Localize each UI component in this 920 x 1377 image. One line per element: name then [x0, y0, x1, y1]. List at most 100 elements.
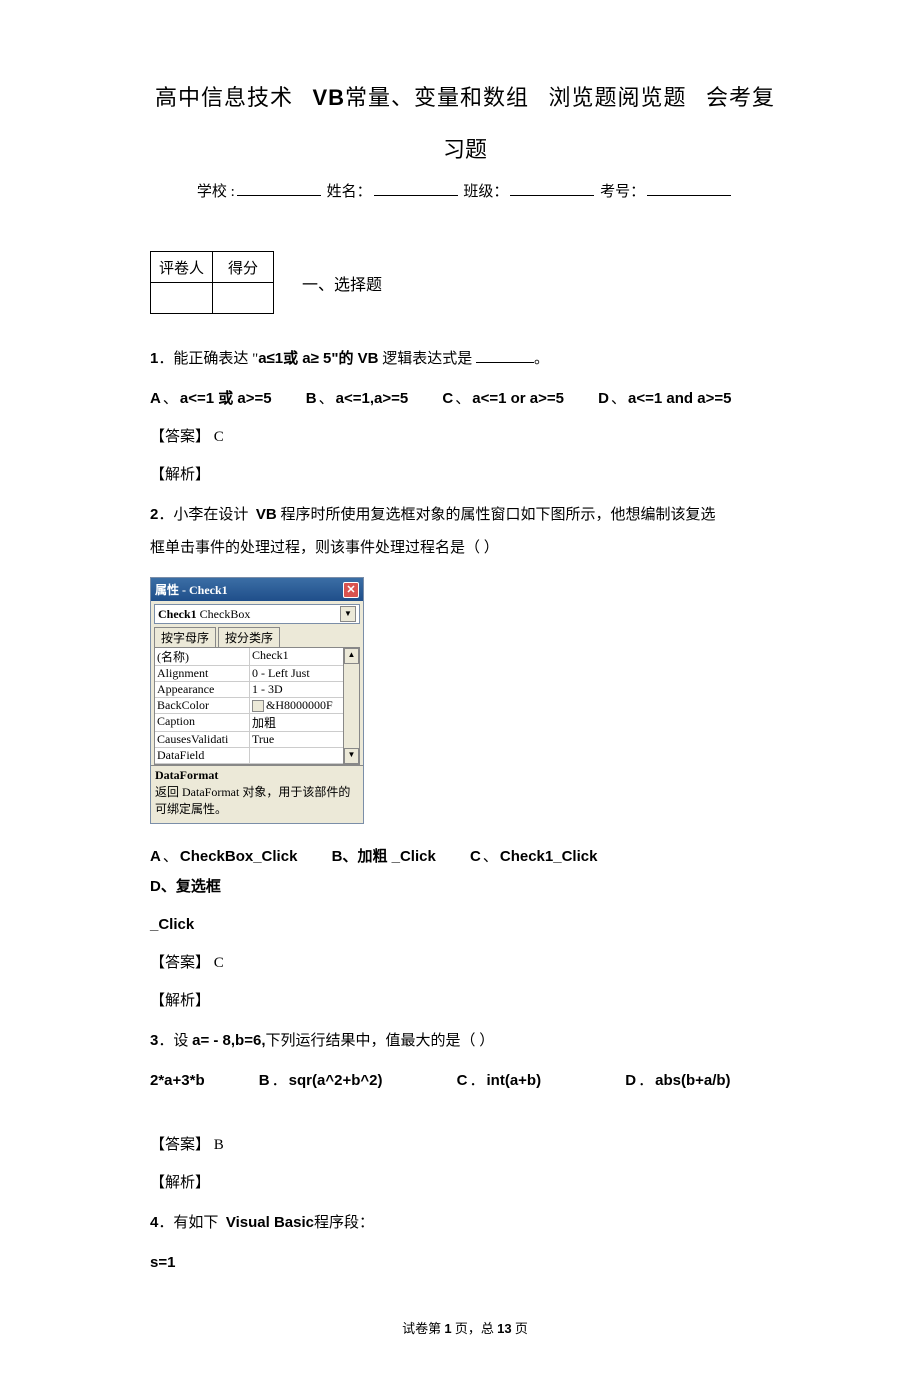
q4-bold: Visual Basic — [226, 1214, 314, 1231]
vb-pval-4: 加粗 — [250, 714, 343, 731]
q1-optA: A、a<=1 或 a>=5 — [150, 384, 272, 414]
score-table: 评卷人 得分 — [150, 251, 274, 314]
footer-suf: 页 — [515, 1321, 528, 1336]
vb-pval-3: &H8000000F — [250, 698, 343, 713]
q2-optB-suf: _Click — [392, 848, 436, 865]
vb-row-alignment[interactable]: Alignment0 - Left Just — [155, 666, 343, 682]
school-blank — [237, 195, 321, 196]
vb-object-combo[interactable]: Check1 CheckBox ▼ — [154, 604, 360, 624]
vb-pname-5: CausesValidati — [155, 732, 250, 747]
page-footer: 试卷第 1 页，总 13 页 — [150, 1318, 780, 1337]
q1-explain: 【解析】 — [150, 460, 780, 490]
q3-bold: a= - 8,b=6, — [192, 1032, 265, 1049]
q1-optA-text: a<=1 或 a>=5 — [180, 390, 272, 407]
q1-post: 逻辑表达式是 — [379, 351, 473, 367]
q2-t1: ．小李在设计 — [158, 507, 248, 523]
q2-optD-text: 复选框 — [176, 879, 221, 895]
q1-blank — [476, 362, 534, 363]
q1-pre: ．能正确表达 " — [158, 351, 258, 367]
section-header-row: 评卷人 得分 一、选择题 — [150, 251, 780, 314]
q2-optA-text: CheckBox_Click — [180, 848, 298, 865]
name-blank — [374, 195, 458, 196]
vb-row-causesvalid[interactable]: CausesValidatiTrue — [155, 732, 343, 748]
chevron-down-icon[interactable]: ▼ — [340, 606, 356, 622]
q1-period: 。 — [534, 351, 549, 367]
name-label: 姓名： — [327, 184, 372, 200]
q2-optB-text: 加粗 — [357, 849, 387, 865]
vb-pname-2: Appearance — [155, 682, 250, 697]
vb-row-caption[interactable]: Caption加粗 — [155, 714, 343, 732]
q1-bold: a≤1或 a≥ 5"的 VB — [258, 350, 378, 367]
q1-optD-text: a<=1 and a>=5 — [628, 390, 731, 407]
q2-optA: A、CheckBox_Click — [150, 842, 297, 872]
vb-pname-4: Caption — [155, 714, 250, 731]
vb-tab-alpha[interactable]: 按字母序 — [154, 627, 216, 647]
q1-text: 1．能正确表达 "a≤1或 a≥ 5"的 VB 逻辑表达式是 。 — [150, 342, 780, 376]
footer-mid: 页，总 — [455, 1321, 494, 1336]
q2-text-line2: 框单击事件的处理过程，则该事件处理过程名是（ ） — [150, 532, 780, 565]
q3-answer: 【答案】 B — [150, 1130, 780, 1160]
vb-combo-text: Check1 CheckBox — [158, 607, 250, 622]
vb-pval-6 — [250, 748, 343, 763]
vb-pname-6: DataField — [155, 748, 250, 763]
vb-properties-window: 属性 - Check1 ✕ Check1 CheckBox ▼ 按字母序 按分类… — [150, 577, 364, 824]
grader-cell — [151, 283, 213, 314]
q3-optB-text: sqr(a^2+b^2) — [289, 1072, 383, 1089]
score-cell — [213, 283, 274, 314]
class-blank — [510, 195, 594, 196]
vb-pname-1: Alignment — [155, 666, 250, 681]
section-label: 一、选择题 — [302, 271, 382, 295]
student-info-line: 学校 : 姓名： 班级： 考号： — [150, 180, 780, 201]
q4-text: 4．有如下 Visual Basic程序段： — [150, 1206, 780, 1240]
q2-text: 2．小李在设计 VB 程序时所使用复选框对象的属性窗口如下图所示，他想编制该复选 — [150, 498, 780, 532]
q3-optC-text: int(a+b) — [487, 1072, 542, 1089]
q1-optD: D、a<=1 and a>=5 — [598, 384, 731, 414]
vb-pval-3-text: &H8000000F — [266, 698, 333, 712]
footer-pre: 试卷第 — [402, 1321, 441, 1336]
vb-row-backcolor[interactable]: BackColor&H8000000F — [155, 698, 343, 714]
q2-explain: 【解析】 — [150, 986, 780, 1016]
vb-pval-2: 1 - 3D — [250, 682, 343, 697]
title-part3: 常量、变量和数组 — [345, 85, 529, 110]
q1-optC: C、a<=1 or a>=5 — [442, 384, 564, 414]
vb-pval-1: 0 - Left Just — [250, 666, 343, 681]
q2-optB-pre: B、 — [332, 848, 358, 865]
doc-title-line1: 高中信息技术 VB常量、变量和数组 浏览题阅览题 会考复 — [150, 80, 780, 112]
vb-pname-0: (名称) — [155, 648, 250, 665]
vb-scrollbar[interactable]: ▲ ▼ — [343, 648, 359, 764]
q3-optA: 2*a+3*b — [150, 1066, 205, 1096]
q1-answer: 【答案】 C — [150, 422, 780, 452]
vb-tab-category[interactable]: 按分类序 — [218, 627, 280, 647]
close-icon[interactable]: ✕ — [343, 582, 359, 598]
vb-combo-bold: Check1 — [158, 607, 197, 621]
q3-optC: C．int(a+b) — [457, 1066, 541, 1096]
vb-description-box: DataFormat 返回 DataFormat 对象，用于该部件的可绑定属性。 — [151, 765, 363, 823]
title-vb: VB — [312, 85, 345, 110]
scroll-up-icon[interactable]: ▲ — [344, 648, 359, 664]
q2-vb: VB — [256, 506, 277, 523]
vb-pval-0: Check1 — [250, 648, 343, 665]
grader-header: 评卷人 — [151, 252, 213, 283]
q2-t2: 程序时所使用复选框对象的属性窗口如下图所示，他想编制该复选 — [277, 507, 716, 523]
q3-explain: 【解析】 — [150, 1168, 780, 1198]
vb-row-appearance[interactable]: Appearance1 - 3D — [155, 682, 343, 698]
q4-t2: 程序段： — [314, 1215, 374, 1231]
q3-options: 2*a+3*b B．sqr(a^2+b^2) C．int(a+b) D．abs(… — [150, 1066, 780, 1096]
q3-t2: 下列运行结果中，值最大的是（ ） — [265, 1033, 494, 1049]
examno-label: 考号： — [600, 184, 645, 200]
q1-optB-text: a<=1,a>=5 — [336, 390, 409, 407]
q2-optD-suf: _Click — [150, 916, 194, 933]
title-part5: 会考复 — [706, 85, 775, 110]
footer-page: 1 — [444, 1321, 451, 1336]
vb-tabs: 按字母序 按分类序 — [154, 627, 360, 647]
scroll-down-icon[interactable]: ▼ — [344, 748, 359, 764]
vb-row-datafield[interactable]: DataField — [155, 748, 343, 764]
school-label: 学校 : — [197, 184, 235, 200]
vb-row-name[interactable]: (名称)Check1 — [155, 648, 343, 666]
vb-prop-cols: (名称)Check1 Alignment0 - Left Just Appear… — [155, 648, 343, 764]
q2-optD-line2: _Click — [150, 910, 780, 940]
document-page: 高中信息技术 VB常量、变量和数组 浏览题阅览题 会考复 习题 学校 : 姓名：… — [0, 0, 920, 1377]
color-swatch-icon — [252, 700, 264, 712]
q3-text: 3．设 a= - 8,b=6,下列运行结果中，值最大的是（ ） — [150, 1024, 780, 1058]
score-header: 得分 — [213, 252, 274, 283]
